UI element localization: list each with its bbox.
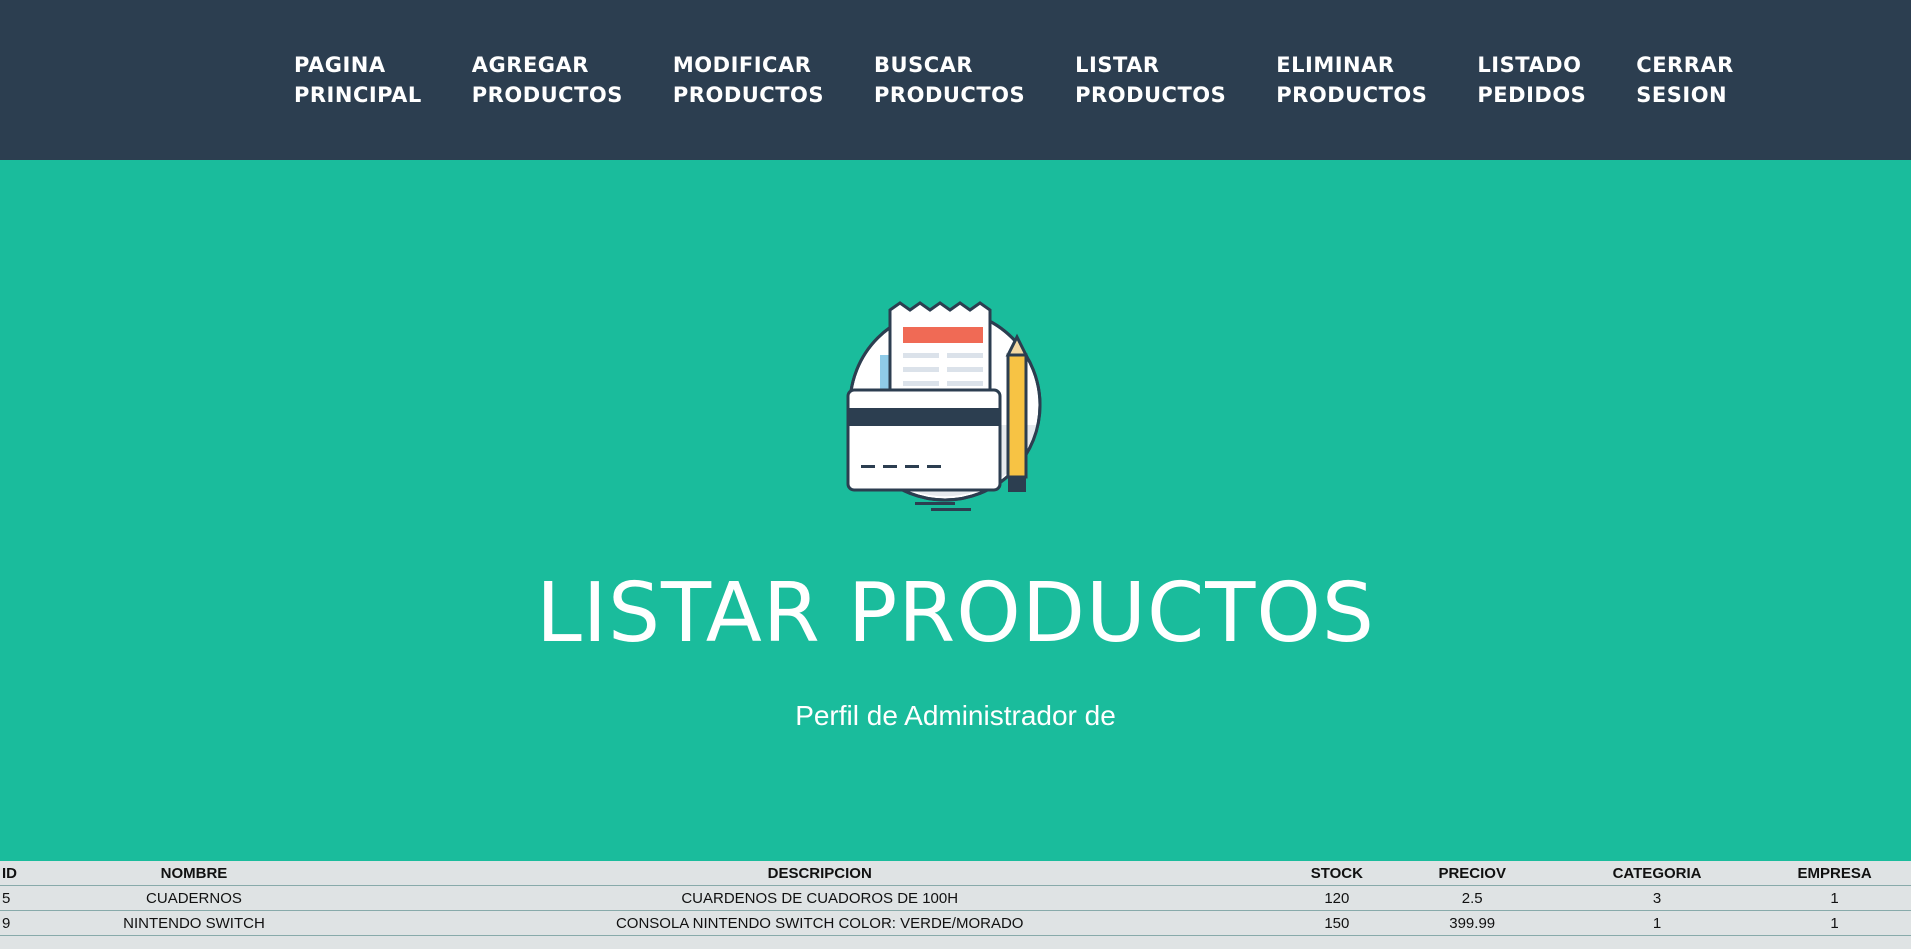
nav-cerrar-sesion[interactable]: CERRAR SESION xyxy=(1636,50,1734,110)
nav-label-line1: LISTAR xyxy=(1075,53,1160,77)
nav-label-line2: PRINCIPAL xyxy=(294,83,422,107)
cell-stock: 150 xyxy=(1285,910,1389,936)
cell-stock: 120 xyxy=(1285,885,1389,911)
nav-label-line2: PRODUCTOS xyxy=(672,83,825,107)
nav-label-line2: PRODUCTOS xyxy=(1276,83,1428,107)
column-header-stock: STOCK xyxy=(1285,861,1389,886)
cell-nombre: NINTENDO SWITCH xyxy=(33,910,355,936)
nav-label-line2: PRODUCTOS xyxy=(1075,83,1227,107)
table-row: 5 CUADERNOS CUARDENOS DE CUADOROS DE 100… xyxy=(0,885,1911,911)
nav-label-line1: PAGINA xyxy=(294,53,386,77)
column-header-preciov: PRECIOV xyxy=(1388,861,1556,886)
nav-label-line2: PRODUCTOS xyxy=(874,83,1026,107)
nav-modificar-productos[interactable]: MODIFICAR PRODUCTOS xyxy=(673,50,824,110)
column-header-empresa: EMPRESA xyxy=(1758,861,1911,886)
nav-listado-pedidos[interactable]: LISTADO PEDIDOS xyxy=(1477,50,1586,110)
nav-label-line1: LISTADO xyxy=(1477,53,1582,77)
nav-label-line2: PRODUCTOS xyxy=(471,83,623,107)
nav-eliminar-productos[interactable]: ELIMINAR PRODUCTOS xyxy=(1276,50,1427,110)
column-header-id: ID xyxy=(0,861,34,886)
column-header-categoria: CATEGORIA xyxy=(1555,861,1759,886)
cell-id: 9 xyxy=(0,910,34,936)
column-header-descripcion: DESCRIPCION xyxy=(354,861,1286,886)
hero-section: LISTAR PRODUCTOS Perfil de Administrador… xyxy=(0,160,1911,861)
cell-empresa: 1 xyxy=(1758,885,1911,911)
nav-agregar-productos[interactable]: AGREGAR PRODUCTOS xyxy=(472,50,623,110)
nav-label-line1: AGREGAR xyxy=(471,53,589,77)
payment-receipt-card-pencil-icon xyxy=(846,301,1042,511)
nav-pagina-principal[interactable]: PAGINA PRINCIPAL xyxy=(294,50,422,110)
table-row: 9 NINTENDO SWITCH CONSOLA NINTENDO SWITC… xyxy=(0,910,1911,936)
nav-label-line1: BUSCAR xyxy=(874,53,974,77)
top-navbar: PAGINA PRINCIPAL AGREGAR PRODUCTOS MODIF… xyxy=(0,0,1911,160)
nav-label-line1: MODIFICAR xyxy=(672,53,812,77)
nav-label-line2: PEDIDOS xyxy=(1477,83,1587,107)
nav-menu: PAGINA PRINCIPAL AGREGAR PRODUCTOS MODIF… xyxy=(294,50,1734,110)
products-table-container: ID NOMBRE DESCRIPCION STOCK PRECIOV CATE… xyxy=(0,861,1911,936)
page-subtitle: Perfil de Administrador de xyxy=(795,700,1116,731)
nav-buscar-productos[interactable]: BUSCAR PRODUCTOS xyxy=(874,50,1025,110)
cell-preciov: 399.99 xyxy=(1388,910,1556,936)
nav-listar-productos[interactable]: LISTAR PRODUCTOS xyxy=(1075,50,1226,110)
nav-label-line1: CERRAR xyxy=(1636,53,1734,77)
page-title: LISTAR PRODUCTOS xyxy=(536,565,1375,661)
nav-label-line2: SESION xyxy=(1636,83,1728,107)
table-header-row: ID NOMBRE DESCRIPCION STOCK PRECIOV CATE… xyxy=(0,861,1911,886)
nav-label-line1: ELIMINAR xyxy=(1276,53,1395,77)
cell-id: 5 xyxy=(0,885,34,911)
products-table: ID NOMBRE DESCRIPCION STOCK PRECIOV CATE… xyxy=(0,861,1911,936)
cell-descripcion: CUARDENOS DE CUADOROS DE 100H xyxy=(354,885,1286,911)
cell-nombre: CUADERNOS xyxy=(33,885,355,911)
cell-categoria: 3 xyxy=(1555,885,1759,911)
cell-categoria: 1 xyxy=(1555,910,1759,936)
cell-empresa: 1 xyxy=(1758,910,1911,936)
cell-descripcion: CONSOLA NINTENDO SWITCH COLOR: VERDE/MOR… xyxy=(354,910,1286,936)
column-header-nombre: NOMBRE xyxy=(33,861,355,886)
cell-preciov: 2.5 xyxy=(1388,885,1556,911)
